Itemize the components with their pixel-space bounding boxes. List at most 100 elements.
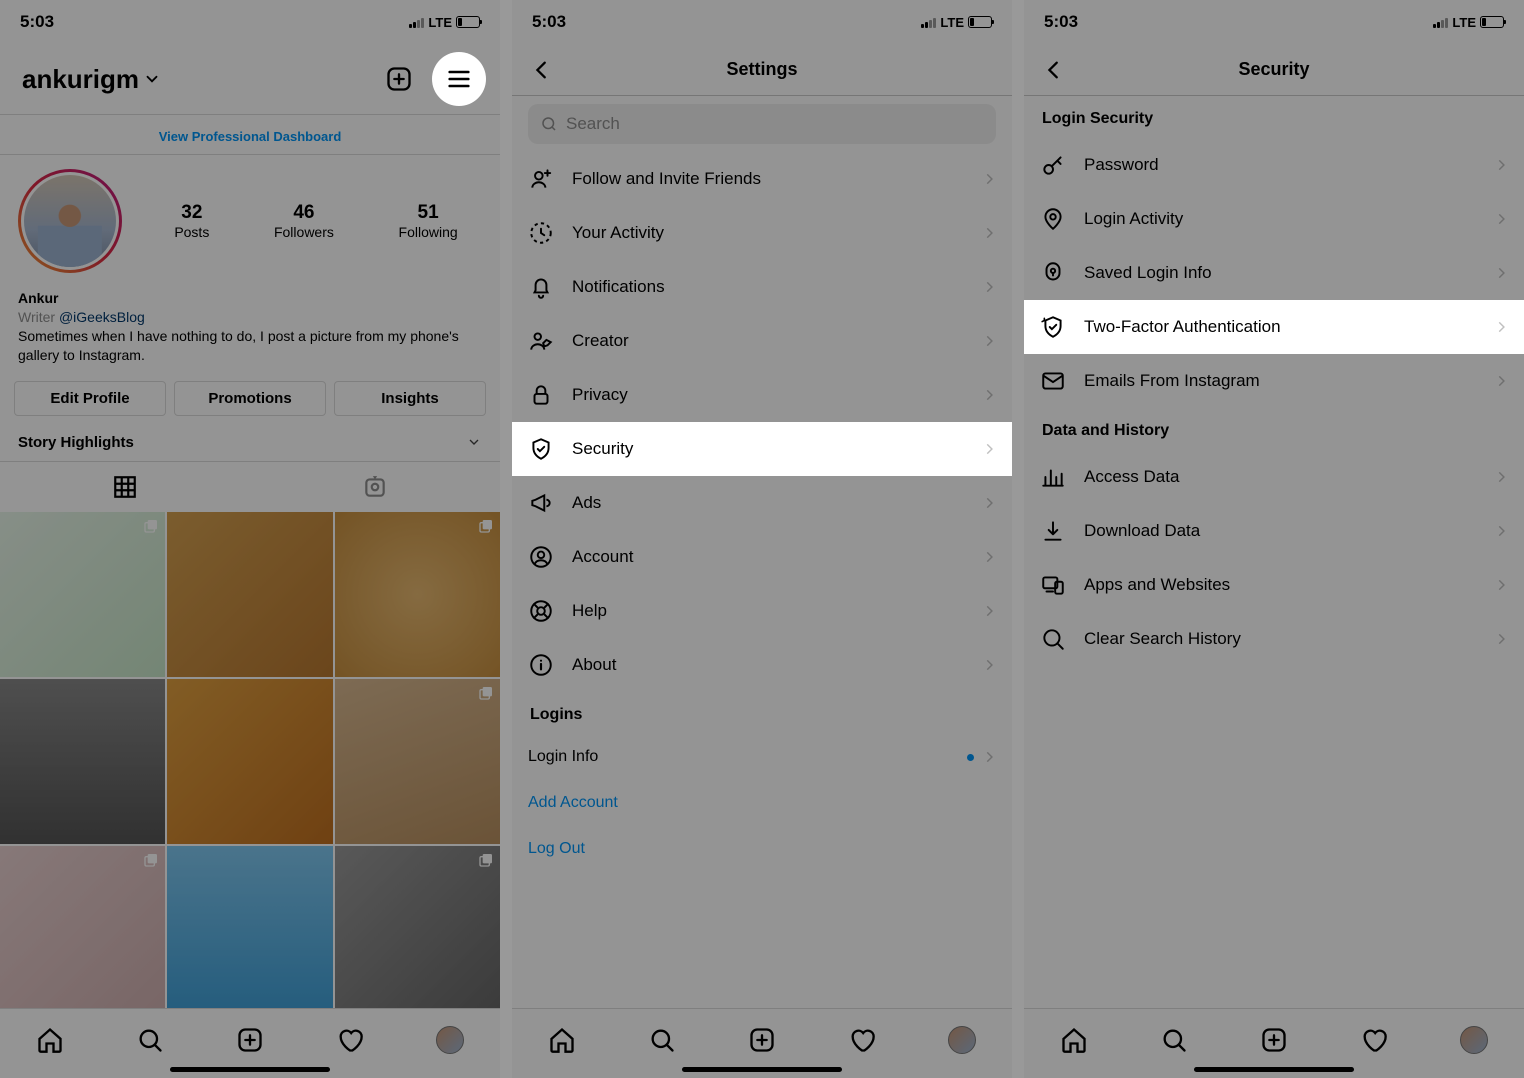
row-account[interactable]: Account xyxy=(512,530,1012,584)
stat-following[interactable]: 51 Following xyxy=(399,202,458,240)
promotions-button[interactable]: Promotions xyxy=(174,381,326,416)
profile-header: ankurigm xyxy=(0,44,500,114)
nav-home[interactable] xyxy=(36,1026,64,1054)
row-clear-search[interactable]: Clear Search History xyxy=(1024,612,1524,666)
dashboard-link[interactable]: View Professional Dashboard xyxy=(0,119,500,154)
nav-home[interactable] xyxy=(1060,1026,1088,1054)
status-right: LTE xyxy=(409,15,480,30)
row-two-factor[interactable]: Two-Factor Authentication xyxy=(1024,300,1524,354)
chevron-right-icon xyxy=(1494,632,1508,646)
nav-create[interactable] xyxy=(236,1026,264,1054)
home-indicator xyxy=(170,1067,330,1072)
row-saved-login[interactable]: Saved Login Info xyxy=(1024,246,1524,300)
chevron-right-icon xyxy=(1494,524,1508,538)
row-emails[interactable]: Emails From Instagram xyxy=(1024,354,1524,408)
post-thumbnail[interactable] xyxy=(167,679,332,844)
username-dropdown[interactable]: ankurigm xyxy=(22,64,161,95)
nav-activity[interactable] xyxy=(336,1026,364,1054)
chevron-left-icon xyxy=(1043,59,1065,81)
post-thumbnail[interactable] xyxy=(0,512,165,677)
bio-handle[interactable]: @iGeeksBlog xyxy=(59,309,145,325)
bio-role: Writer xyxy=(18,309,55,325)
row-follow-invite[interactable]: Follow and Invite Friends xyxy=(512,152,1012,206)
search-input[interactable]: Search xyxy=(528,104,996,144)
tagged-icon xyxy=(362,474,388,500)
nav-create[interactable] xyxy=(748,1026,776,1054)
bio-desc: Sometimes when I have nothing to do, I p… xyxy=(18,327,482,365)
status-bar: 5:03 LTE xyxy=(512,0,1012,44)
profile-stats: 32 Posts 46 Followers 51 Following xyxy=(0,155,500,281)
location-icon xyxy=(1040,206,1066,232)
story-highlights-row[interactable]: Story Highlights xyxy=(0,424,500,461)
home-icon xyxy=(548,1026,576,1054)
nav-home[interactable] xyxy=(548,1026,576,1054)
info-icon xyxy=(528,652,554,678)
row-password[interactable]: Password xyxy=(1024,138,1524,192)
row-download-data[interactable]: Download Data xyxy=(1024,504,1524,558)
activity-icon xyxy=(528,220,554,246)
log-out-link[interactable]: Log Out xyxy=(528,826,996,872)
row-notifications[interactable]: Notifications xyxy=(512,260,1012,314)
row-privacy[interactable]: Privacy xyxy=(512,368,1012,422)
row-apps-websites[interactable]: Apps and Websites xyxy=(1024,558,1524,612)
tab-tagged[interactable] xyxy=(250,462,500,512)
row-your-activity[interactable]: Your Activity xyxy=(512,206,1012,260)
post-thumbnail[interactable] xyxy=(335,846,500,1011)
row-help[interactable]: Help xyxy=(512,584,1012,638)
download-icon xyxy=(1040,518,1066,544)
nav-search[interactable] xyxy=(136,1026,164,1054)
chevron-right-icon xyxy=(1494,578,1508,592)
nav-profile[interactable] xyxy=(948,1026,976,1054)
row-access-data[interactable]: Access Data xyxy=(1024,450,1524,504)
row-about[interactable]: About xyxy=(512,638,1012,692)
profile-avatar[interactable] xyxy=(18,169,122,273)
back-button[interactable] xyxy=(522,50,562,90)
status-time: 5:03 xyxy=(20,12,54,32)
hamburger-icon xyxy=(445,65,473,93)
row-security[interactable]: Security xyxy=(512,422,1012,476)
nav-search[interactable] xyxy=(1160,1026,1188,1054)
post-thumbnail[interactable] xyxy=(167,512,332,677)
row-login-activity[interactable]: Login Activity xyxy=(1024,192,1524,246)
row-ads[interactable]: Ads xyxy=(512,476,1012,530)
back-button[interactable] xyxy=(1034,50,1074,90)
chevron-right-icon xyxy=(982,172,996,186)
hamburger-menu-button[interactable] xyxy=(432,52,486,106)
post-thumbnail[interactable] xyxy=(335,679,500,844)
search-icon xyxy=(540,115,558,133)
chevron-right-icon xyxy=(1494,470,1508,484)
chevron-down-icon xyxy=(143,70,161,88)
battery-icon xyxy=(968,16,992,28)
nav-profile[interactable] xyxy=(1460,1026,1488,1054)
edit-profile-button[interactable]: Edit Profile xyxy=(14,381,166,416)
heart-icon xyxy=(336,1026,364,1054)
post-thumbnail[interactable] xyxy=(335,512,500,677)
chevron-right-icon xyxy=(982,226,996,240)
stat-posts[interactable]: 32 Posts xyxy=(174,202,209,240)
signal-icon xyxy=(1433,17,1448,28)
home-icon xyxy=(1060,1026,1088,1054)
row-login-info[interactable]: Login Info xyxy=(528,734,996,780)
signal-icon xyxy=(921,17,936,28)
post-thumbnail[interactable] xyxy=(0,679,165,844)
search-icon xyxy=(1040,626,1066,652)
post-thumbnail[interactable] xyxy=(167,846,332,1011)
nav-search[interactable] xyxy=(648,1026,676,1054)
search-placeholder: Search xyxy=(566,114,620,134)
status-time: 5:03 xyxy=(1044,12,1078,32)
stat-followers[interactable]: 46 Followers xyxy=(274,202,334,240)
tab-grid[interactable] xyxy=(0,462,250,512)
nav-profile[interactable] xyxy=(436,1026,464,1054)
nav-activity[interactable] xyxy=(848,1026,876,1054)
row-creator[interactable]: Creator xyxy=(512,314,1012,368)
add-account-link[interactable]: Add Account xyxy=(528,780,996,826)
create-post-button[interactable] xyxy=(384,64,414,94)
home-indicator xyxy=(682,1067,842,1072)
insights-button[interactable]: Insights xyxy=(334,381,486,416)
battery-icon xyxy=(456,16,480,28)
nav-create[interactable] xyxy=(1260,1026,1288,1054)
post-thumbnail[interactable] xyxy=(0,846,165,1011)
nav-activity[interactable] xyxy=(1360,1026,1388,1054)
logins-header: Logins xyxy=(512,692,1012,734)
settings-list: Follow and Invite Friends Your Activity … xyxy=(512,152,1012,692)
